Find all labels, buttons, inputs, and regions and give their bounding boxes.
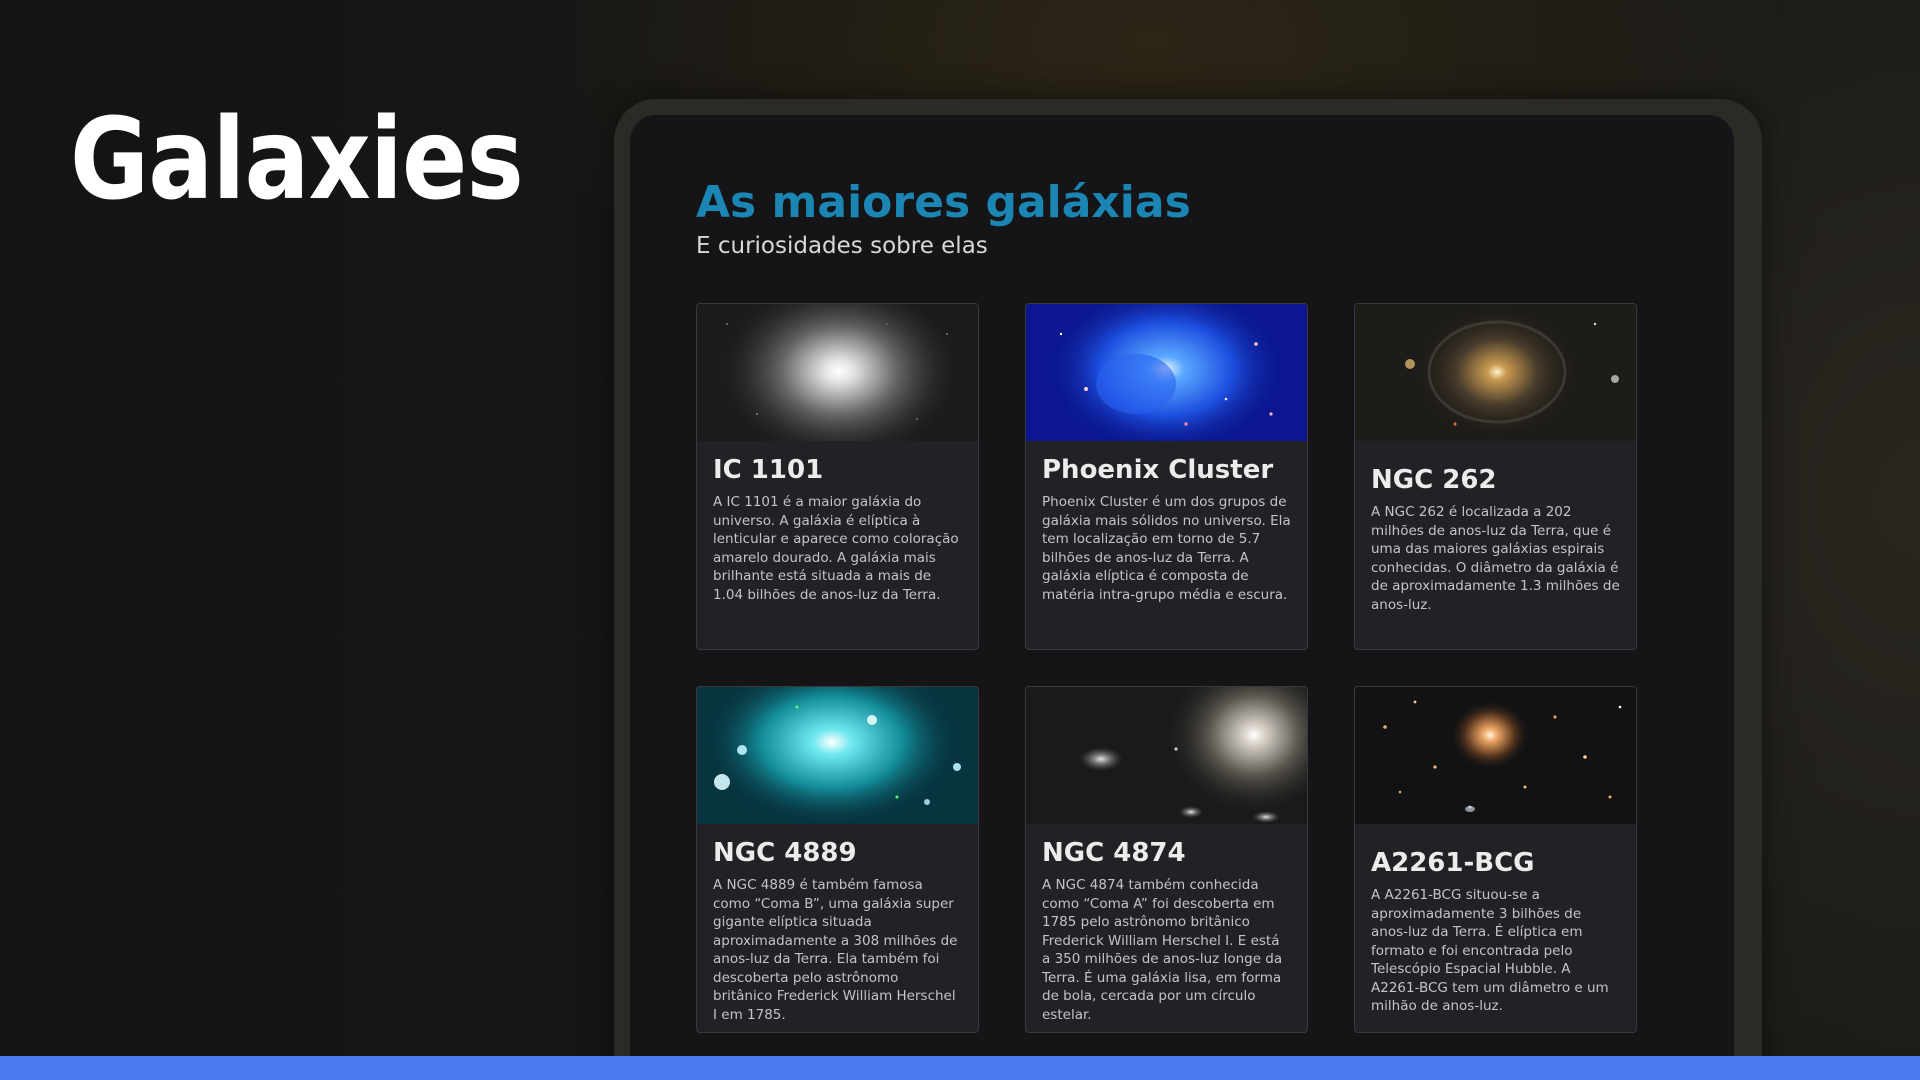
phoenix-cluster-image [1026, 304, 1307, 441]
page-heading: As maiores galáxias [696, 177, 1191, 228]
card-title: NGC 262 [1371, 465, 1497, 495]
galaxy-card-grid: IC 1101 A IC 1101 é a maior galáxia do u… [696, 303, 1646, 1033]
galaxy-card-ngc-4889[interactable]: NGC 4889 A NGC 4889 é também famosa como… [696, 686, 979, 1033]
card-title: NGC 4874 [1042, 838, 1186, 868]
card-description: A A2261-BCG situou-se a aproximadamente … [1371, 887, 1609, 1014]
card-title: NGC 4889 [713, 838, 857, 868]
galaxy-card-ngc-4874[interactable]: NGC 4874 A NGC 4874 também conhecida com… [1025, 686, 1308, 1033]
card-description: Phoenix Cluster é um dos grupos de galáx… [1042, 494, 1291, 603]
galaxy-card-a2261-bcg[interactable]: A2261-BCG A A2261-BCG situou-se a aproxi… [1354, 686, 1637, 1033]
card-description: A NGC 262 é localizada a 202 milhões de … [1371, 504, 1620, 613]
card-description: A NGC 4874 também conhecida como “Coma A… [1042, 877, 1283, 1023]
tablet-screen: As maiores galáxias E curiosidades sobre… [630, 115, 1734, 1080]
card-title: IC 1101 [713, 455, 824, 485]
galaxy-card-ngc-262[interactable]: NGC 262 A NGC 262 é localizada a 202 mil… [1354, 303, 1637, 650]
a2261-bcg-image [1355, 687, 1636, 824]
ngc-262-image [1355, 304, 1636, 441]
card-title: A2261-BCG [1371, 848, 1535, 878]
ngc-4874-image [1026, 687, 1307, 824]
page-subheading: E curiosidades sobre elas [696, 233, 988, 259]
galaxy-card-phoenix-cluster[interactable]: Phoenix Cluster Phoenix Cluster é um dos… [1025, 303, 1308, 650]
bottom-accent-bar [0, 1056, 1920, 1080]
card-description: A NGC 4889 é também famosa como “Coma B”… [713, 877, 958, 1023]
galaxy-card-ic-1101[interactable]: IC 1101 A IC 1101 é a maior galáxia do u… [696, 303, 979, 650]
card-title: Phoenix Cluster [1042, 455, 1274, 485]
slide-title: Galaxies [70, 95, 524, 225]
card-description: A IC 1101 é a maior galáxia do universo.… [713, 494, 959, 603]
ngc-4889-image [697, 687, 978, 824]
ic-1101-image [697, 304, 978, 441]
